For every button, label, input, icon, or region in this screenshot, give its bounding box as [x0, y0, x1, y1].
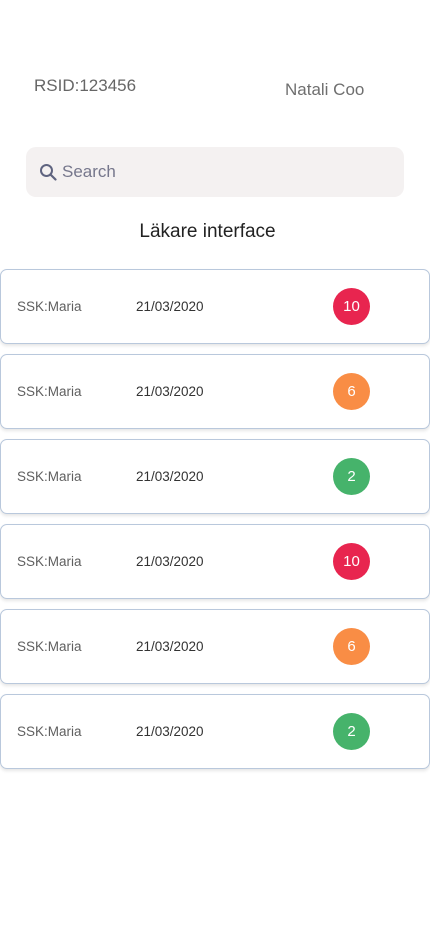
list-item[interactable]: SSK:Maria 21/03/2020 2: [0, 694, 430, 769]
list-item-date: 21/03/2020: [136, 724, 204, 739]
list-item[interactable]: SSK:Maria 21/03/2020 6: [0, 609, 430, 684]
list-item[interactable]: SSK:Maria 21/03/2020 2: [0, 439, 430, 514]
list-item[interactable]: SSK:Maria 21/03/2020 10: [0, 524, 430, 599]
count-badge: 2: [333, 458, 370, 495]
app-screen: RSID:123456 Natali Coo Läkare interface …: [0, 0, 430, 932]
patient-list: SSK:Maria 21/03/2020 10 SSK:Maria 21/03/…: [0, 269, 430, 779]
list-item-name: SSK:Maria: [17, 299, 82, 314]
count-badge: 6: [333, 628, 370, 665]
count-badge: 6: [333, 373, 370, 410]
rsid-label: RSID:123456: [34, 76, 137, 95]
list-item-date: 21/03/2020: [136, 384, 204, 399]
user-name[interactable]: Natali Coo: [285, 80, 364, 100]
count-badge: 10: [333, 288, 370, 325]
list-item-date: 21/03/2020: [136, 469, 204, 484]
list-item-date: 21/03/2020: [136, 639, 204, 654]
list-item-name: SSK:Maria: [17, 724, 82, 739]
count-badge: 2: [333, 713, 370, 750]
list-item-date: 21/03/2020: [136, 299, 204, 314]
list-item-name: SSK:Maria: [17, 384, 82, 399]
list-item-name: SSK:Maria: [17, 554, 82, 569]
count-badge: 10: [333, 543, 370, 580]
list-item[interactable]: SSK:Maria 21/03/2020 10: [0, 269, 430, 344]
search-icon: [38, 162, 58, 182]
search-input[interactable]: [62, 162, 382, 182]
list-item-name: SSK:Maria: [17, 469, 82, 484]
header: RSID:123456 Natali Coo: [0, 74, 430, 104]
search-bar[interactable]: [26, 147, 404, 197]
list-item-date: 21/03/2020: [136, 554, 204, 569]
list-item[interactable]: SSK:Maria 21/03/2020 6: [0, 354, 430, 429]
list-item-name: SSK:Maria: [17, 639, 82, 654]
page-title: Läkare interface: [139, 221, 276, 242]
